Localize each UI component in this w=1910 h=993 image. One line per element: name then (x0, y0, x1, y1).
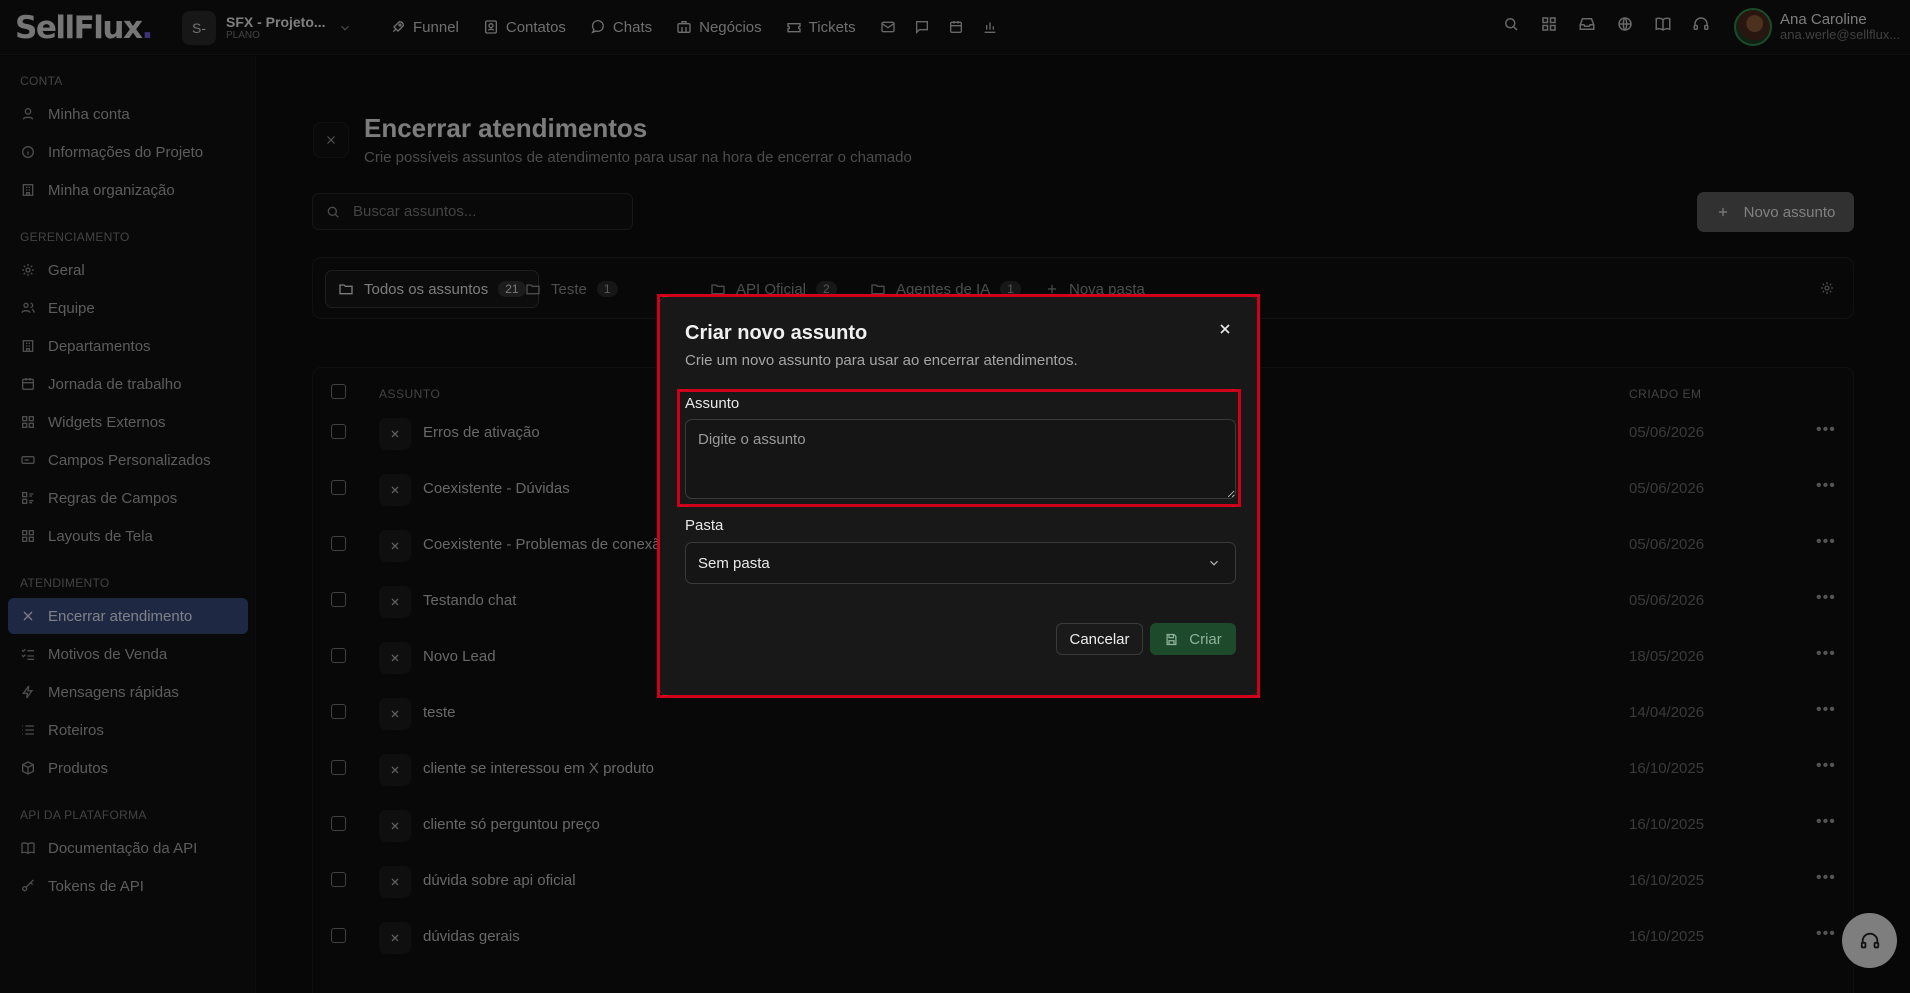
dialog-description: Crie um novo assunto para usar ao encerr… (685, 352, 1078, 369)
dialog-title: Criar novo assunto (685, 322, 868, 344)
folder-select[interactable]: Sem pasta (685, 542, 1236, 584)
folder-select-value: Sem pasta (698, 554, 770, 572)
create-subject-dialog: Criar novo assunto Crie um novo assunto … (659, 296, 1259, 696)
subject-label: Assunto (685, 395, 740, 412)
chevron-down-icon (1207, 556, 1221, 570)
folder-label: Pasta (685, 517, 724, 534)
create-button[interactable]: Criar (1150, 623, 1236, 655)
close-icon[interactable] (1217, 321, 1233, 337)
subject-textarea[interactable] (685, 419, 1236, 499)
create-label: Criar (1189, 630, 1222, 648)
cancel-button[interactable]: Cancelar (1056, 623, 1143, 655)
save-icon (1166, 633, 1177, 645)
